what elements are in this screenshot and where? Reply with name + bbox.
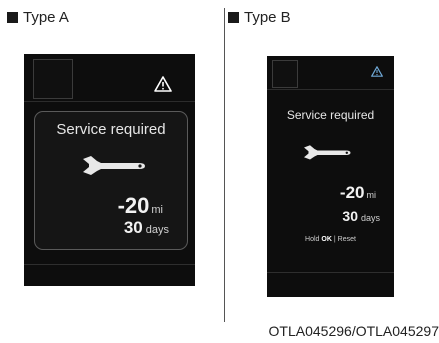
figure-caption: OTLA045296/OTLA045297 bbox=[268, 323, 439, 339]
type-a-display: Service required -20 mi 30 days bbox=[24, 54, 195, 286]
type-b-distance: -20 mi bbox=[339, 183, 376, 202]
panel-divider bbox=[224, 8, 225, 322]
type-a-text: Type A bbox=[23, 9, 69, 26]
ok-text: OK bbox=[321, 236, 332, 243]
type-a-header-line bbox=[24, 101, 195, 102]
type-b-bottom-line bbox=[267, 272, 394, 273]
black-square-icon bbox=[228, 12, 239, 23]
type-b-header-line bbox=[267, 89, 394, 90]
type-b-hold-ok-reset: Hold OK | Reset bbox=[267, 236, 394, 243]
type-a-distance: -20 mi bbox=[117, 193, 163, 218]
type-a-corner-box bbox=[33, 59, 73, 99]
type-b-label: Type B bbox=[228, 9, 291, 26]
separator-text: | bbox=[333, 236, 336, 243]
type-a-message-box: Service required -20 mi 30 days bbox=[34, 111, 188, 250]
type-b-title: Service required bbox=[286, 108, 375, 122]
wrench-icon bbox=[304, 145, 351, 160]
warning-triangle-icon bbox=[154, 76, 172, 92]
type-a-days: 30 days bbox=[123, 218, 169, 237]
type-b-days: 30 days bbox=[342, 208, 380, 224]
type-a-bottom-line bbox=[24, 264, 195, 265]
hold-text: Hold bbox=[305, 236, 320, 243]
reset-text: Reset bbox=[337, 236, 356, 243]
type-a-label: Type A bbox=[7, 9, 69, 26]
type-b-text: Type B bbox=[244, 9, 291, 26]
type-b-corner-box bbox=[272, 60, 298, 88]
type-b-display: Service required -20 mi 30 days Hold OK | … bbox=[267, 56, 394, 297]
warning-triangle-icon bbox=[371, 66, 383, 77]
black-square-icon bbox=[7, 12, 18, 23]
type-a-title: Service required bbox=[56, 121, 166, 138]
wrench-icon bbox=[83, 156, 145, 175]
